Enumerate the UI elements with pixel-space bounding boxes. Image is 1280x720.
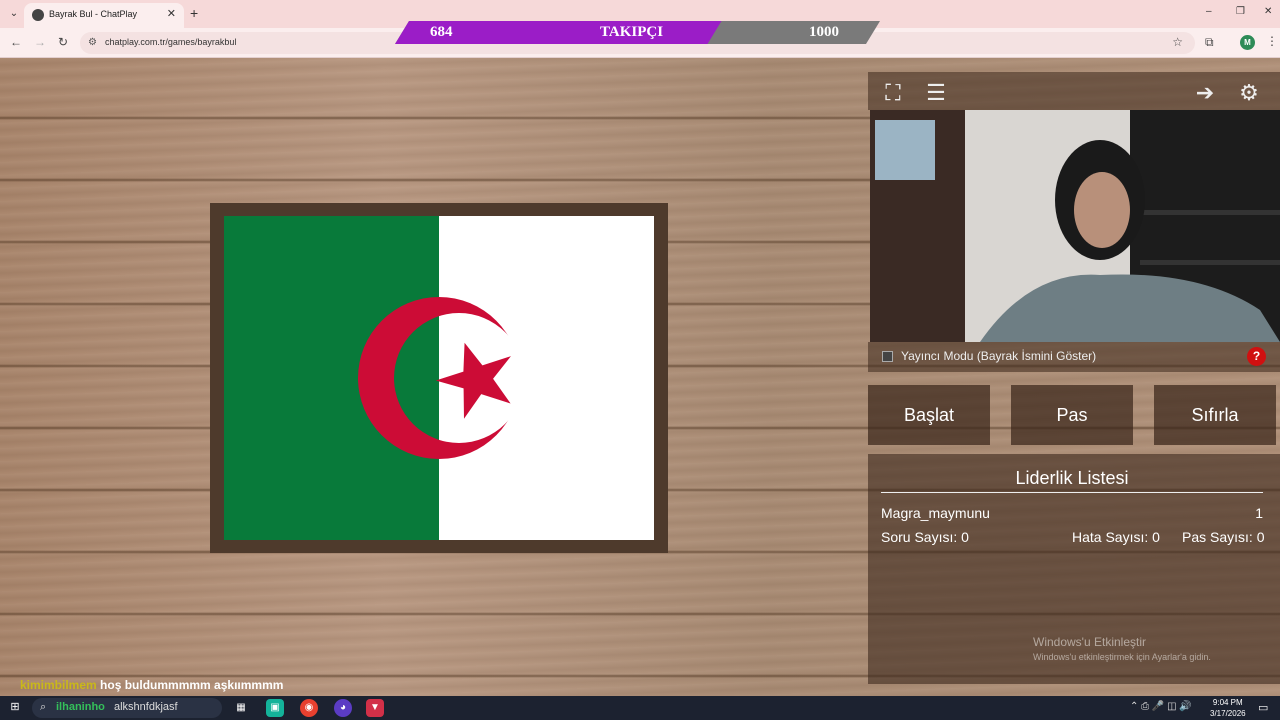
follower-label: TAKIPÇI [600, 24, 664, 40]
windows-taskbar: ⊞ ⌕ ilhaninho alkshnfdkjasf ▦ ▣ ◉ ◕ ▼ ⌃ … [0, 696, 1280, 720]
webcam-feed [870, 110, 1280, 342]
start-button[interactable]: Başlat [868, 385, 990, 445]
extensions-icon[interactable]: ⧉ [1205, 35, 1214, 50]
leaderboard-divider [881, 492, 1263, 493]
streamer-mode-checkbox[interactable] [882, 351, 893, 362]
discord-icon[interactable]: ◕ [334, 699, 352, 717]
browser-tab[interactable]: Bayrak Bul - ChatPlay ✕ [24, 3, 184, 28]
notes-icon[interactable]: ☰ [920, 78, 952, 108]
leaderboard-entry-score: 1 [1255, 505, 1263, 521]
exit-icon[interactable]: ➔ [1189, 78, 1221, 108]
profile-avatar[interactable]: M [1240, 35, 1255, 50]
help-icon[interactable]: ? [1247, 347, 1266, 366]
windows-activation-subtitle: Windows'u etkinleştirmek için Ayarlar'a … [1033, 652, 1211, 662]
url-text[interactable]: chatplay.com.tr/games/bayrakbul [105, 37, 236, 47]
app-icon-1[interactable]: ▣ [266, 699, 284, 717]
task-view-icon[interactable]: ▦ [232, 699, 250, 717]
fullscreen-icon[interactable]: ⛶ [877, 78, 909, 108]
settings-gear-icon[interactable]: ⚙ [1233, 78, 1265, 108]
leaderboard-panel: Liderlik Listesi Magra_maymunu 1 Soru Sa… [868, 454, 1280, 684]
chat-username: kimimbilmem [20, 678, 97, 692]
clock-date: 3/17/2026 [1210, 709, 1246, 718]
panel-toolbar: ⛶ ☰ ➔ ⚙ [868, 72, 1280, 110]
chat-text: hoş buldummmmm aşkıımmmm [100, 678, 284, 692]
question-count: Soru Sayısı: 0 [881, 529, 969, 545]
tab-title: Bayrak Bul - ChatPlay [49, 9, 138, 19]
leaderboard-entry-name: Magra_maymunu [881, 505, 990, 521]
app-icon-2[interactable]: ▼ [366, 699, 384, 717]
taskbar-chat-username: ilhaninho [56, 701, 105, 713]
maximize-button[interactable]: ❐ [1236, 6, 1245, 17]
pass-count: Pas Sayısı: 0 [1182, 529, 1265, 545]
chat-message: kimimbilmem hoş buldummmmm aşkıımmmm [20, 678, 283, 692]
follower-current-count: 684 [430, 24, 453, 40]
reload-icon[interactable]: ↻ [58, 35, 68, 49]
back-arrow-icon[interactable]: ← [10, 35, 22, 49]
flag-frame [210, 203, 668, 553]
taskbar-chat-text: alkshnfdkjasf [114, 701, 178, 713]
bookmark-star-icon[interactable]: ☆ [1172, 35, 1183, 49]
error-count: Hata Sayısı: 0 [1072, 529, 1160, 545]
taskbar-clock[interactable]: 9:04 PM 3/17/2026 [1210, 697, 1246, 719]
tab-search-chevron-icon[interactable]: ⌄ [6, 6, 22, 22]
reset-button[interactable]: Sıfırla [1154, 385, 1276, 445]
chrome-icon[interactable]: ◉ [300, 699, 318, 717]
clock-time: 9:04 PM [1212, 698, 1243, 707]
new-tab-button[interactable]: + [190, 5, 198, 21]
forward-arrow-icon[interactable]: → [34, 35, 46, 49]
follower-goal-count: 1000 [809, 24, 839, 40]
minimize-button[interactable]: – [1206, 6, 1212, 17]
system-tray-icons[interactable]: ⌃ ⎙ 🎤 ◫ 🔊 [1130, 701, 1192, 712]
leaderboard-title: Liderlik Listesi [1015, 468, 1129, 488]
flag-image [224, 216, 654, 540]
search-icon: ⌕ [40, 701, 47, 713]
pass-button[interactable]: Pas [1011, 385, 1133, 445]
site-info-icon[interactable]: ⚙ [88, 37, 97, 48]
follower-goal-bar: 684 TAKIPÇI 1000 [395, 21, 880, 44]
streamer-mode-row: Yayıncı Modu (Bayrak İsmini Göster) ? [868, 342, 1280, 372]
browser-menu-icon[interactable]: ⋮ [1266, 34, 1278, 48]
tab-close-icon[interactable]: ✕ [167, 7, 176, 20]
notification-icon[interactable]: ▭ [1258, 701, 1268, 714]
streamer-mode-label[interactable]: Yayıncı Modu (Bayrak İsmini Göster) [901, 349, 1096, 363]
chatplay-favicon-icon [32, 9, 44, 21]
taskbar-search[interactable]: ⌕ ilhaninho alkshnfdkjasf [32, 698, 222, 718]
windows-activation-title: Windows'u Etkinleştir [1033, 635, 1146, 649]
close-window-button[interactable]: ✕ [1264, 6, 1272, 17]
windows-start-icon[interactable]: ⊞ [8, 700, 22, 714]
